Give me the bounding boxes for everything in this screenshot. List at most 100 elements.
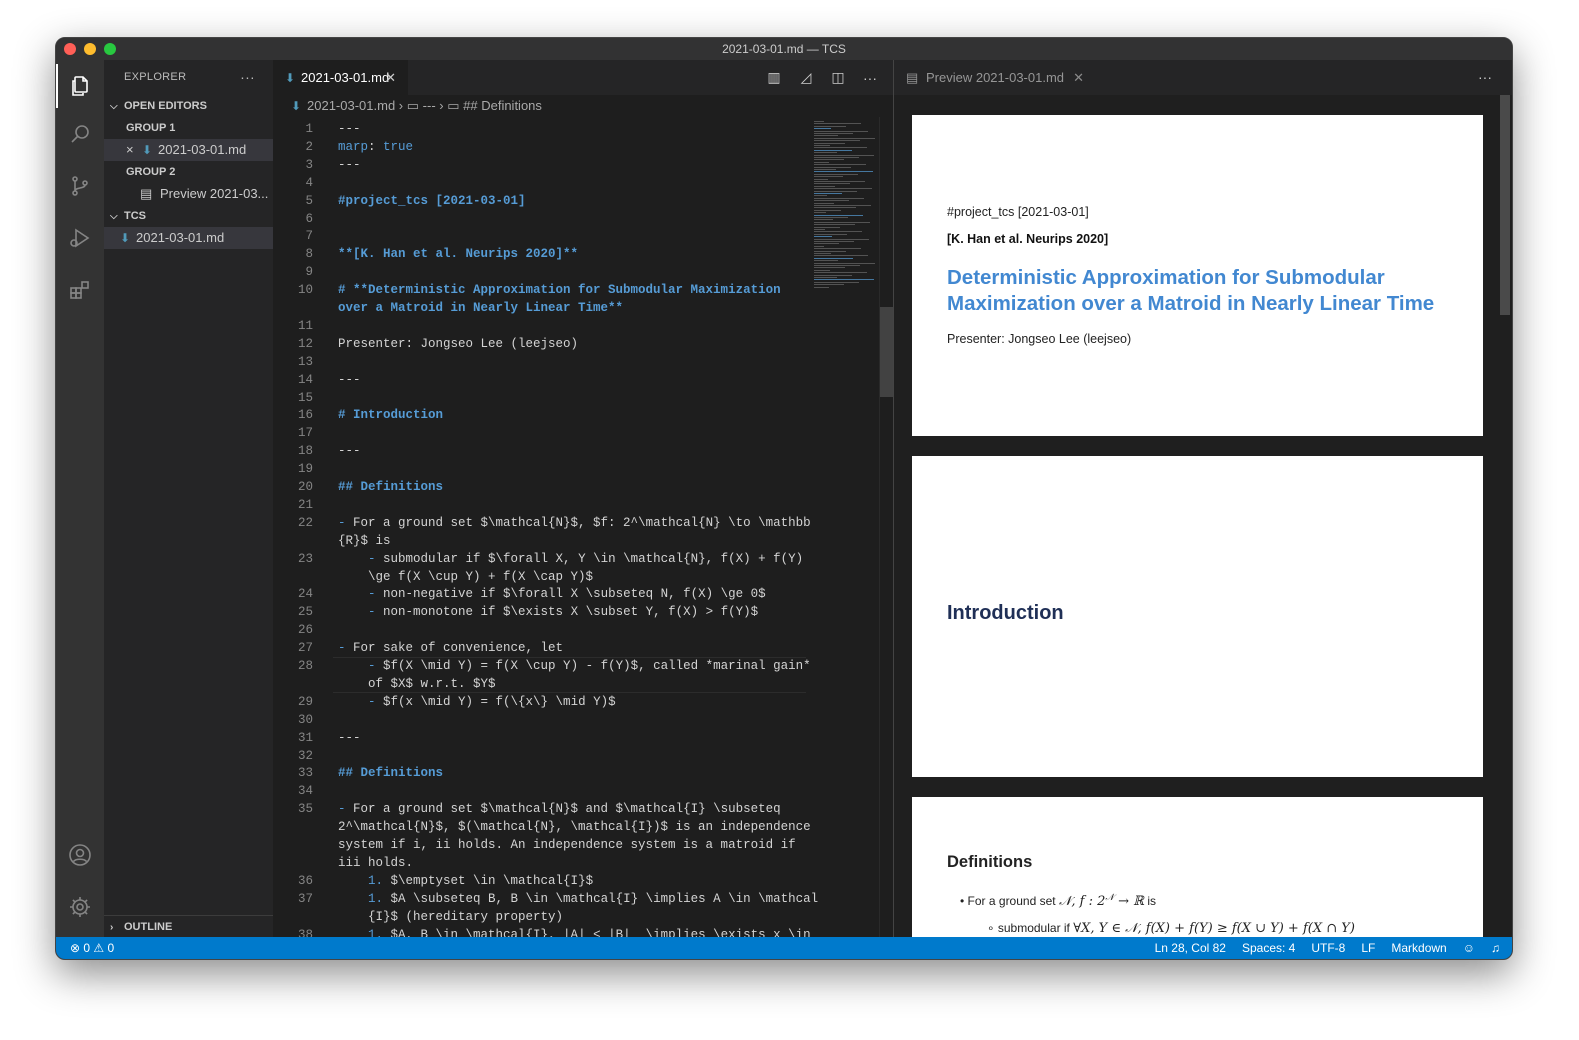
slide-title: Definitions (947, 853, 1033, 871)
code-line[interactable]: 1. $A \subseteq B, B \in \mathcal{I} \im… (338, 891, 818, 909)
more-actions-icon[interactable]: ··· (861, 70, 879, 86)
breadcrumb-section[interactable]: --- (423, 98, 436, 113)
editor-scrollbar[interactable] (879, 117, 893, 937)
code-line[interactable]: --- (338, 121, 361, 139)
code-line[interactable]: 2^\mathcal{N}$, $(\mathcal{N}, \mathcal{… (338, 819, 811, 837)
code-line[interactable]: - submodular if $\forall X, Y \in \mathc… (338, 551, 803, 569)
code-line[interactable]: #project_tcs [2021-03-01] (338, 193, 526, 211)
code-line[interactable]: ## Definitions (338, 765, 443, 783)
code-line[interactable]: --- (338, 730, 361, 748)
code-line[interactable]: Presenter: Jongseo Lee (leejseo) (338, 336, 578, 354)
line-number: 8 (305, 247, 313, 262)
extensions-icon[interactable] (56, 268, 104, 312)
code-line[interactable]: - non-monotone if $\exists X \subset Y, … (338, 604, 758, 622)
open-preview-item[interactable]: ▤ Preview 2021-03... (104, 183, 273, 205)
source-control-icon[interactable] (56, 164, 104, 208)
minimap-line (814, 267, 845, 269)
code-line[interactable]: **[K. Han et al. Neurips 2020]** (338, 246, 578, 264)
code-line[interactable]: over a Matroid in Nearly Linear Time** (338, 300, 623, 318)
status-bar: ⊗ 0 ⚠ 0 Ln 28, Col 82 Spaces: 4 UTF-8 LF… (56, 937, 1512, 959)
code-line[interactable]: - For a ground set $\mathcal{N}$ and $\m… (338, 801, 781, 819)
folder-file-item[interactable]: ⬇ 2021-03-01.md (104, 227, 273, 249)
close-icon[interactable]: × (126, 139, 142, 161)
search-icon[interactable] (56, 112, 104, 156)
preview-tab-label: Preview 2021-03-01.md (926, 70, 1065, 85)
code-line[interactable]: {I}$ (hereditary property) (338, 909, 563, 927)
code-line[interactable]: # **Deterministic Approximation for Subm… (338, 282, 781, 300)
group1-label[interactable]: GROUP 1 (104, 117, 273, 139)
explorer-more-actions[interactable]: ··· (240, 60, 255, 95)
code-line[interactable]: - $f(X \mid Y) = f(X \cup Y) - f(Y)$, ca… (338, 658, 811, 676)
code-line[interactable]: - For sake of convenience, let (338, 640, 563, 658)
close-tab-icon[interactable]: ✕ (385, 60, 396, 95)
zoom-window-button[interactable] (104, 43, 116, 55)
marp-icon[interactable]: ◿ (797, 69, 815, 86)
tab-2021-03-01-md[interactable]: ⬇ 2021-03-01.md ✕ (273, 60, 408, 95)
code-line[interactable]: system if i, ii holds. An independence s… (338, 837, 796, 855)
code-line[interactable]: 1. $\emptyset \in \mathcal{I}$ (338, 873, 593, 891)
window-controls (64, 43, 116, 55)
tab-preview[interactable]: ▤ Preview 2021-03-01.md ✕ (894, 60, 1096, 95)
line-number: 29 (297, 694, 313, 709)
account-icon[interactable] (56, 833, 104, 877)
code-line[interactable]: \ge f(X \cup Y) + f(X \cap Y)$ (338, 569, 593, 587)
markdown-file-icon: ⬇ (285, 71, 296, 85)
run-debug-icon[interactable] (56, 216, 104, 260)
encoding[interactable]: UTF-8 (1311, 937, 1345, 959)
minimap[interactable] (810, 117, 880, 347)
minimap-line (814, 217, 848, 218)
scrollbar-thumb[interactable] (880, 307, 893, 397)
preview-content[interactable]: #project_tcs [2021-03-01] [K. Han et al.… (894, 95, 1512, 937)
code-line[interactable]: marp: true (338, 139, 413, 157)
code-line[interactable]: of $X$ w.r.t. $Y$ (338, 676, 496, 694)
group2-label[interactable]: GROUP 2 (104, 161, 273, 183)
line-number: 24 (297, 587, 313, 602)
line-number: 20 (297, 480, 313, 494)
minimap-line (814, 145, 830, 146)
feedback-icon[interactable]: ☺ (1463, 937, 1475, 959)
code-line[interactable]: --- (338, 443, 361, 461)
breadcrumb-heading[interactable]: ## Definitions (463, 98, 542, 113)
bullet-icon: • (960, 894, 968, 908)
code-line[interactable]: ## Definitions (338, 479, 443, 497)
breadcrumb-file[interactable]: 2021-03-01.md (307, 98, 395, 113)
open-editor-item[interactable]: × ⬇ 2021-03-01.md (104, 139, 273, 161)
minimize-window-button[interactable] (84, 43, 96, 55)
code-line[interactable]: iii holds. (338, 855, 413, 873)
folder-section-tcs[interactable]: ⌵ TCS (104, 205, 273, 227)
preview-scrollbar[interactable] (1498, 95, 1512, 937)
outline-section[interactable]: › OUTLINE (104, 915, 273, 937)
code-editor[interactable]: 1 --- 2 marp: true 3 --- 4 5 #project_tcs [2021-… (273, 117, 893, 937)
minimap-line (814, 274, 852, 276)
code-line[interactable]: --- (338, 157, 361, 175)
code-line[interactable]: --- (338, 372, 361, 390)
breadcrumb: ⬇ 2021-03-01.md › ▭ --- › ▭ ## Definition… (273, 95, 893, 117)
code-line[interactable]: - $f(x \mid Y) = f(\{x\} \mid Y)$ (338, 694, 616, 712)
editor-group: ⬇ 2021-03-01.md ✕ ▥ ◿ ◫ ··· ⬇ 2021-03-01.m… (273, 60, 893, 937)
line-number: 28 (297, 659, 313, 673)
code-line[interactable]: {R}$ is (338, 533, 391, 551)
problems-indicator[interactable]: ⊗ 0 ⚠ 0 (70, 937, 114, 959)
minimap-line (814, 245, 824, 247)
notifications-bell-icon[interactable]: ♫ (1491, 937, 1500, 959)
language-mode[interactable]: Markdown (1391, 937, 1446, 959)
preview-more-actions[interactable]: ··· (1478, 60, 1492, 95)
open-editors-section[interactable]: ⌵ OPEN EDITORS (104, 95, 273, 117)
close-tab-icon[interactable]: ✕ (1073, 60, 1084, 95)
scrollbar-thumb[interactable] (1500, 95, 1510, 315)
warning-count: 0 (107, 941, 115, 955)
cursor-position[interactable]: Ln 28, Col 82 (1155, 937, 1226, 959)
code-line[interactable]: - non-negative if $\forall X \subseteq N… (338, 586, 766, 604)
end-of-line[interactable]: LF (1361, 937, 1375, 959)
indentation[interactable]: Spaces: 4 (1242, 937, 1295, 959)
explorer-icon[interactable] (56, 64, 104, 108)
split-editor-icon[interactable]: ◫ (829, 69, 847, 86)
code-line[interactable]: 1. $A, B \in \mathcal{I}, |A| < |B| \imp… (338, 927, 811, 938)
close-window-button[interactable] (64, 43, 76, 55)
settings-gear-icon[interactable] (56, 885, 104, 929)
minimap-line (814, 171, 873, 173)
open-preview-icon[interactable]: ▥ (765, 69, 783, 86)
minimap-line (814, 248, 861, 250)
code-line[interactable]: # Introduction (338, 407, 443, 425)
code-line[interactable]: - For a ground set $\mathcal{N}$, $f: 2^… (338, 515, 811, 533)
